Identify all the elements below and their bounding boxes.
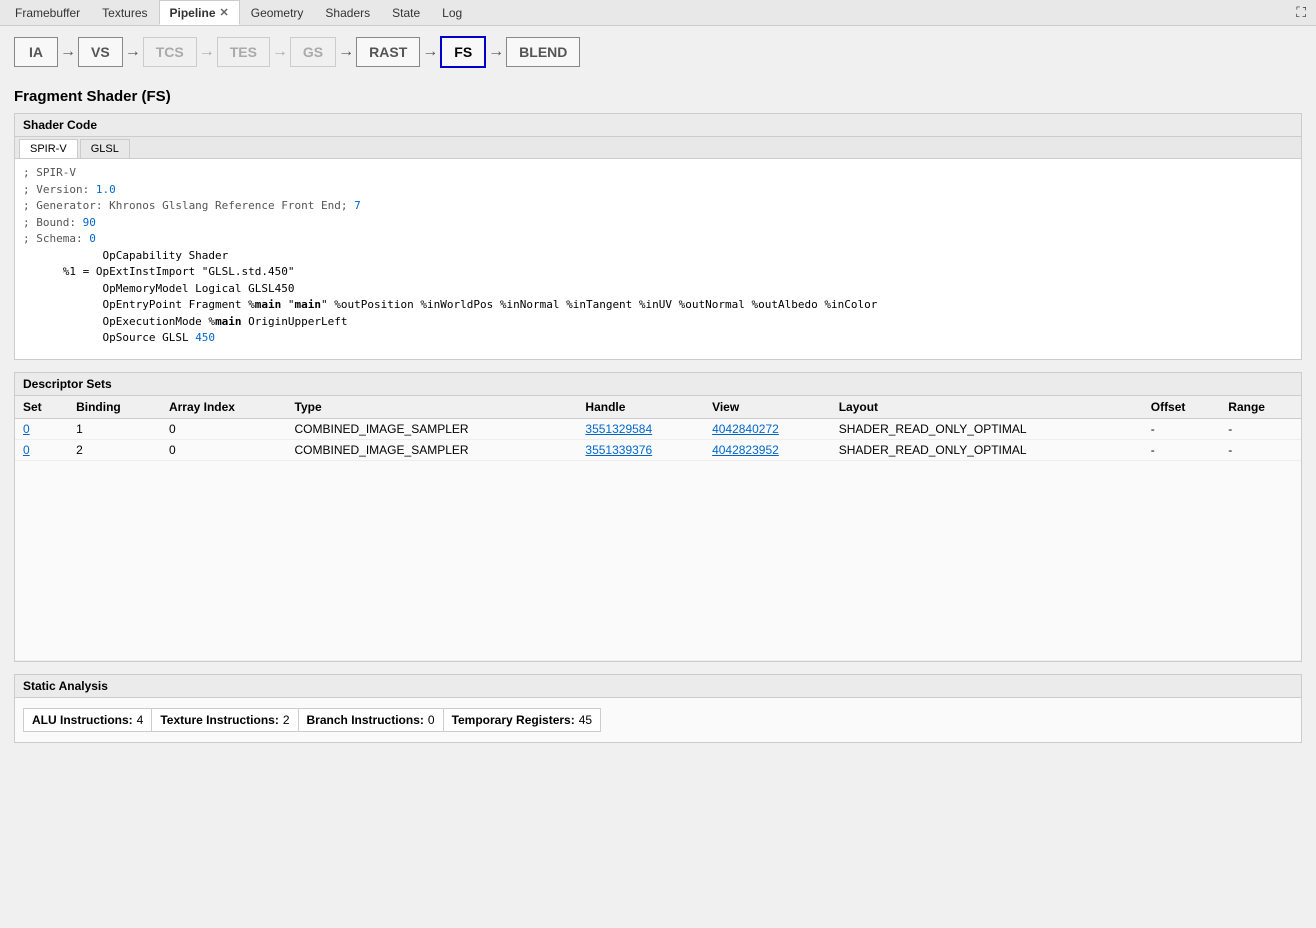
shader-tab-glsl[interactable]: GLSL — [80, 139, 130, 158]
cell-handle-1: 3551329584 — [577, 419, 704, 440]
cell-layout-2: SHADER_READ_ONLY_OPTIMAL — [831, 440, 1143, 461]
stage-tes[interactable]: TES — [217, 37, 270, 67]
cell-range-1: - — [1220, 419, 1301, 440]
col-type: Type — [287, 396, 578, 419]
stage-ia[interactable]: IA — [14, 37, 58, 67]
table-row: 0 1 0 COMBINED_IMAGE_SAMPLER 3551329584 … — [15, 419, 1301, 440]
maximize-button[interactable]: ⛶ — [1290, 2, 1312, 23]
col-view: View — [704, 396, 831, 419]
alu-label: ALU Instructions: — [32, 713, 133, 727]
col-set: Set — [15, 396, 68, 419]
cell-offset-1: - — [1143, 419, 1221, 440]
static-analysis-row: ALU Instructions: 4 Texture Instructions… — [23, 708, 601, 732]
handle-link-2[interactable]: 3551339376 — [585, 443, 652, 457]
stage-vs[interactable]: VS — [78, 37, 123, 67]
cell-offset-2: - — [1143, 440, 1221, 461]
alu-value: 4 — [137, 713, 144, 727]
stage-gs[interactable]: GS — [290, 37, 336, 67]
static-branch: Branch Instructions: 0 — [299, 709, 444, 731]
stage-rast[interactable]: RAST — [356, 37, 420, 67]
tempregs-value: 45 — [579, 713, 592, 727]
texture-label: Texture Instructions: — [160, 713, 278, 727]
arrow-1: → — [58, 43, 78, 61]
table-row: 0 2 0 COMBINED_IMAGE_SAMPLER 3551339376 … — [15, 440, 1301, 461]
cell-binding-2: 2 — [68, 440, 161, 461]
tab-state[interactable]: State — [381, 0, 431, 25]
tab-pipeline[interactable]: Pipeline ✕ — [159, 0, 240, 25]
branch-value: 0 — [428, 713, 435, 727]
tab-textures[interactable]: Textures — [91, 0, 158, 25]
arrow-3: → — [197, 43, 217, 61]
set-link-1[interactable]: 0 — [23, 422, 30, 436]
branch-label: Branch Instructions: — [307, 713, 424, 727]
arrow-6: → — [420, 43, 440, 61]
shader-code-header: Shader Code — [15, 114, 1301, 137]
static-texture: Texture Instructions: 2 — [152, 709, 298, 731]
cell-layout-1: SHADER_READ_ONLY_OPTIMAL — [831, 419, 1143, 440]
cell-type-1: COMBINED_IMAGE_SAMPLER — [287, 419, 578, 440]
descriptor-sets-section: Descriptor Sets Set Binding Array Index … — [14, 372, 1302, 662]
cell-set-1: 0 — [15, 419, 68, 440]
stage-fs[interactable]: FS — [440, 36, 486, 68]
arrow-5: → — [336, 43, 356, 61]
arrow-7: → — [486, 43, 506, 61]
handle-link-1[interactable]: 3551329584 — [585, 422, 652, 436]
tempregs-label: Temporary Registers: — [452, 713, 575, 727]
static-alu: ALU Instructions: 4 — [24, 709, 152, 731]
shader-code-section: Shader Code SPIR-V GLSL ; SPIR-V ; Versi… — [14, 113, 1302, 360]
descriptor-sets-header: Descriptor Sets — [15, 373, 1301, 396]
table-row-empty — [15, 461, 1301, 661]
tab-shaders[interactable]: Shaders — [314, 0, 381, 25]
arrow-2: → — [123, 43, 143, 61]
tab-close-icon[interactable]: ✕ — [220, 6, 229, 19]
col-array-index: Array Index — [161, 396, 287, 419]
page-title: Fragment Shader (FS) — [14, 88, 1302, 105]
tab-bar: Framebuffer Textures Pipeline ✕ Geometry… — [0, 0, 1316, 26]
col-layout: Layout — [831, 396, 1143, 419]
cell-binding-1: 1 — [68, 419, 161, 440]
descriptor-table: Set Binding Array Index Type Handle View… — [15, 396, 1301, 661]
static-analysis-body: ALU Instructions: 4 Texture Instructions… — [15, 698, 1301, 742]
col-offset: Offset — [1143, 396, 1221, 419]
cell-array-index-2: 0 — [161, 440, 287, 461]
view-link-2[interactable]: 4042823952 — [712, 443, 779, 457]
main-content: Fragment Shader (FS) Shader Code SPIR-V … — [0, 78, 1316, 753]
stage-blend[interactable]: BLEND — [506, 37, 580, 67]
tab-framebuffer[interactable]: Framebuffer — [4, 0, 91, 25]
stage-tcs[interactable]: TCS — [143, 37, 197, 67]
texture-value: 2 — [283, 713, 290, 727]
shader-tab-spirv[interactable]: SPIR-V — [19, 139, 78, 158]
cell-set-2: 0 — [15, 440, 68, 461]
col-binding: Binding — [68, 396, 161, 419]
static-analysis-section: Static Analysis ALU Instructions: 4 Text… — [14, 674, 1302, 743]
tab-geometry[interactable]: Geometry — [240, 0, 315, 25]
tab-log[interactable]: Log — [431, 0, 473, 25]
cell-view-1: 4042840272 — [704, 419, 831, 440]
shader-code-area[interactable]: ; SPIR-V ; Version: 1.0 ; Generator: Khr… — [15, 159, 1301, 359]
pipeline-bar: IA → VS → TCS → TES → GS → RAST → FS → B… — [0, 26, 1316, 78]
col-handle: Handle — [577, 396, 704, 419]
static-tempregs: Temporary Registers: 45 — [444, 709, 601, 731]
cell-handle-2: 3551339376 — [577, 440, 704, 461]
col-range: Range — [1220, 396, 1301, 419]
cell-array-index-1: 0 — [161, 419, 287, 440]
static-analysis-header: Static Analysis — [15, 675, 1301, 698]
shader-tabs: SPIR-V GLSL — [15, 137, 1301, 159]
cell-view-2: 4042823952 — [704, 440, 831, 461]
arrow-4: → — [270, 43, 290, 61]
cell-type-2: COMBINED_IMAGE_SAMPLER — [287, 440, 578, 461]
set-link-2[interactable]: 0 — [23, 443, 30, 457]
cell-range-2: - — [1220, 440, 1301, 461]
view-link-1[interactable]: 4042840272 — [712, 422, 779, 436]
